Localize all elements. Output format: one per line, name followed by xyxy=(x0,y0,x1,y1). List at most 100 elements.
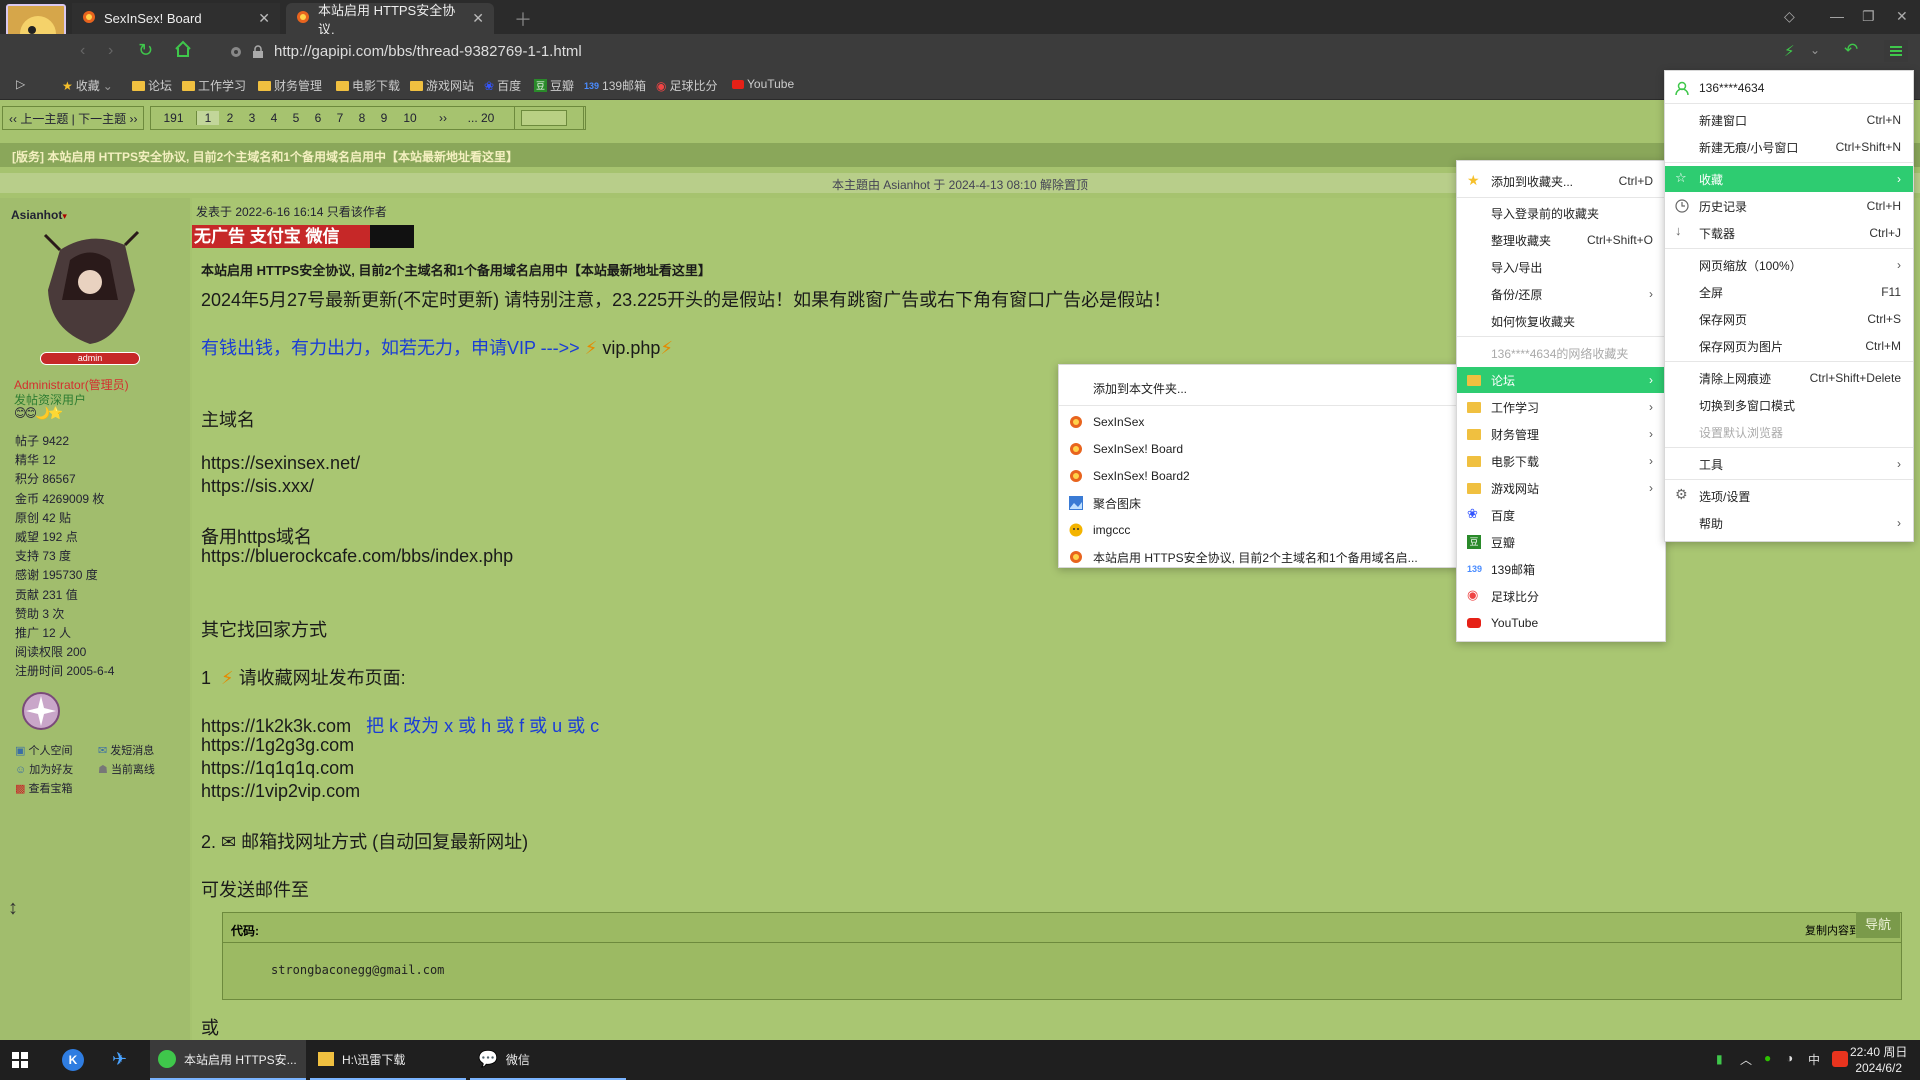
taskbar-browser-app[interactable]: 本站启用 HTTPS安... xyxy=(150,1040,306,1080)
prev-next-thread-link[interactable]: ‹‹ 上一主题 | 下一主题 ›› xyxy=(2,106,145,130)
scroll-updown-icon[interactable]: ↕ xyxy=(8,898,18,918)
save-page-as-image-item[interactable]: 保存网页为图片 Ctrl+M xyxy=(1665,333,1913,359)
main-menu-icon[interactable] xyxy=(1884,40,1908,62)
fav-folder-work[interactable]: 工作学习 › xyxy=(1457,394,1665,420)
organize-favorites-item[interactable]: 整理收藏夹 Ctrl+Shift+O xyxy=(1457,227,1665,253)
skin-icon[interactable]: ◇ xyxy=(1784,8,1795,25)
new-window-item[interactable]: 新建窗口 Ctrl+N xyxy=(1665,107,1913,133)
bookmark-baidu[interactable]: ❀ 百度 xyxy=(484,77,521,94)
tray-expand-icon[interactable]: ︿ xyxy=(1740,1051,1752,1068)
refresh-icon[interactable]: ↻ xyxy=(138,40,153,61)
page-link-current[interactable]: 1 xyxy=(197,111,219,125)
fav-folder-movies[interactable]: 电影下载 › xyxy=(1457,448,1665,474)
page-link[interactable]: 2 xyxy=(219,111,241,125)
site-info-icon[interactable] xyxy=(230,45,242,63)
close-tab-icon[interactable]: ✕ xyxy=(472,10,484,27)
tab-sexinsex-board[interactable]: SexInSex! Board ✕ xyxy=(72,3,280,34)
forum-bookmark-https-thread[interactable]: 本站启用 HTTPS安全协议, 目前2个主域名和1个备用域名启... xyxy=(1059,544,1457,570)
fav-139mail[interactable]: 139 139邮箱 xyxy=(1457,556,1665,582)
maximize-icon[interactable]: ❐ xyxy=(1862,8,1875,25)
chevron-down-icon[interactable]: ⌄ xyxy=(1810,43,1820,57)
sogou-ime-icon[interactable] xyxy=(1832,1051,1848,1067)
forum-bookmark-sexinsex-board[interactable]: SexInSex! Board xyxy=(1059,436,1457,462)
save-page-item[interactable]: 保存网页 Ctrl+S xyxy=(1665,306,1913,332)
page-link[interactable]: 5 xyxy=(285,111,307,125)
nav-button[interactable]: 导航 xyxy=(1856,912,1900,938)
ime-indicator[interactable]: 中 xyxy=(1808,1051,1820,1068)
page-link[interactable]: 6 xyxy=(307,111,329,125)
close-tab-icon[interactable]: ✕ xyxy=(258,10,270,27)
next-page-link[interactable]: ›› xyxy=(425,111,461,125)
author-name[interactable]: Asianhot▾ xyxy=(11,208,67,222)
help-item[interactable]: 帮助 › xyxy=(1665,510,1913,536)
page-link[interactable]: 9 xyxy=(373,111,395,125)
zoom-item[interactable]: 网页缩放（100%） › xyxy=(1665,252,1913,278)
how-to-restore-item[interactable]: 如何恢复收藏夹 xyxy=(1457,308,1665,334)
undo-close-icon[interactable]: ↶ xyxy=(1844,40,1858,60)
bookmark-folder-games[interactable]: 游戏网站 xyxy=(410,77,474,94)
fullscreen-item[interactable]: 全屏 F11 xyxy=(1665,279,1913,305)
forum-bookmark-sexinsex[interactable]: SexInSex xyxy=(1059,409,1457,435)
forum-bookmark-sexinsex-board2[interactable]: SexInSex! Board2 xyxy=(1059,463,1457,489)
page-link[interactable]: 7 xyxy=(329,111,351,125)
forum-bookmark-imgccc[interactable]: imgccc xyxy=(1059,517,1457,543)
page-link[interactable]: 3 xyxy=(241,111,263,125)
close-window-icon[interactable]: ✕ xyxy=(1896,8,1908,25)
bookmark-folder-work[interactable]: 工作学习 xyxy=(182,77,246,94)
tray-network-icon[interactable]: ◑ xyxy=(1786,1051,1793,1065)
fav-folder-forum[interactable]: 论坛 › xyxy=(1457,367,1665,393)
add-to-folder-item[interactable]: 添加到本文件夹... xyxy=(1059,375,1457,401)
fav-youtube[interactable]: YouTube xyxy=(1457,610,1665,636)
treasure-link[interactable]: ▩ 查看宝箱 xyxy=(15,780,73,799)
bookmark-folder-forum[interactable]: 论坛 xyxy=(132,77,172,94)
forward-icon[interactable]: › xyxy=(108,42,113,60)
send-message-link[interactable]: ✉ 发短消息 xyxy=(98,742,155,761)
import-prelogin-favorites-item[interactable]: 导入登录前的收藏夹 xyxy=(1457,200,1665,226)
import-export-item[interactable]: 导入/导出 xyxy=(1457,254,1665,280)
page-link[interactable]: 4 xyxy=(263,111,285,125)
add-to-favorites-item[interactable]: ★ 添加到收藏夹... Ctrl+D xyxy=(1457,168,1665,194)
minimize-icon[interactable]: — xyxy=(1830,8,1844,24)
clock[interactable]: 22:40 周日 2024/6/2 xyxy=(1850,1044,1907,1076)
bird-app-icon[interactable]: ✈ xyxy=(112,1049,127,1070)
fav-douban[interactable]: 豆豆瓣 xyxy=(1457,529,1665,555)
new-incognito-window-item[interactable]: 新建无痕/小号窗口 Ctrl+Shift+N xyxy=(1665,134,1913,160)
bookmark-douban[interactable]: 豆豆瓣 xyxy=(534,77,574,94)
lightning-icon[interactable]: ⚡ xyxy=(1784,42,1795,60)
taskbar-wechat-app[interactable]: 💬 微信 xyxy=(470,1040,626,1080)
page-link[interactable]: 8 xyxy=(351,111,373,125)
fav-folder-finance[interactable]: 财务管理 › xyxy=(1457,421,1665,447)
tray-wechat-icon[interactable]: ● xyxy=(1764,1051,1771,1065)
home-icon[interactable] xyxy=(174,40,192,63)
account-item[interactable]: 136****4634 xyxy=(1665,75,1913,101)
history-item[interactable]: 历史记录 Ctrl+H xyxy=(1665,193,1913,219)
forum-bookmark-image-host[interactable]: 聚合图床 xyxy=(1059,490,1457,516)
lock-icon[interactable] xyxy=(252,45,264,63)
fav-football[interactable]: ◉ 足球比分 xyxy=(1457,583,1665,609)
sidebar-toggle-icon[interactable]: ▷ xyxy=(16,77,25,91)
address-bar[interactable]: http://gapipi.com/bbs/thread-9382769-1-1… xyxy=(274,43,582,60)
bookmark-folder-finance[interactable]: 财务管理 xyxy=(258,77,322,94)
profile-link[interactable]: ▣ 个人空间 xyxy=(15,742,73,761)
page-link[interactable]: 10 xyxy=(395,111,425,125)
windows-start-icon[interactable] xyxy=(12,1052,28,1071)
taskbar-explorer-app[interactable]: H:\迅雷下载 xyxy=(310,1040,466,1080)
bookmark-youtube[interactable]: YouTube xyxy=(732,77,794,91)
backup-restore-item[interactable]: 备份/还原 › xyxy=(1457,281,1665,307)
bookmark-folder-movies[interactable]: 电影下载 xyxy=(336,77,400,94)
fav-folder-games[interactable]: 游戏网站 › xyxy=(1457,475,1665,501)
favorites-item[interactable]: ☆ 收藏 › xyxy=(1665,166,1913,192)
bookmark-139mail[interactable]: 139 139邮箱 xyxy=(584,77,646,94)
kugou-icon[interactable]: K xyxy=(62,1049,84,1071)
back-icon[interactable]: ‹ xyxy=(80,42,85,60)
add-friend-link[interactable]: ☺ 加为好友 xyxy=(15,761,73,780)
bookmark-favorites[interactable]: ★ 收藏 ⌄ xyxy=(62,77,113,94)
bookmark-football[interactable]: ◉ 足球比分 xyxy=(656,77,718,94)
tray-battery-icon[interactable]: ▮ xyxy=(1716,1052,1723,1066)
downloader-item[interactable]: ↓ 下载器 Ctrl+J xyxy=(1665,220,1913,246)
tools-item[interactable]: 工具 › xyxy=(1665,451,1913,477)
page-jump-input[interactable] xyxy=(521,110,567,126)
last-page-link[interactable]: ... 20 xyxy=(461,111,501,125)
tab-https-notice[interactable]: 本站启用 HTTPS安全协议, ✕ xyxy=(286,3,494,37)
new-tab-icon[interactable]: ＋ xyxy=(514,6,532,32)
